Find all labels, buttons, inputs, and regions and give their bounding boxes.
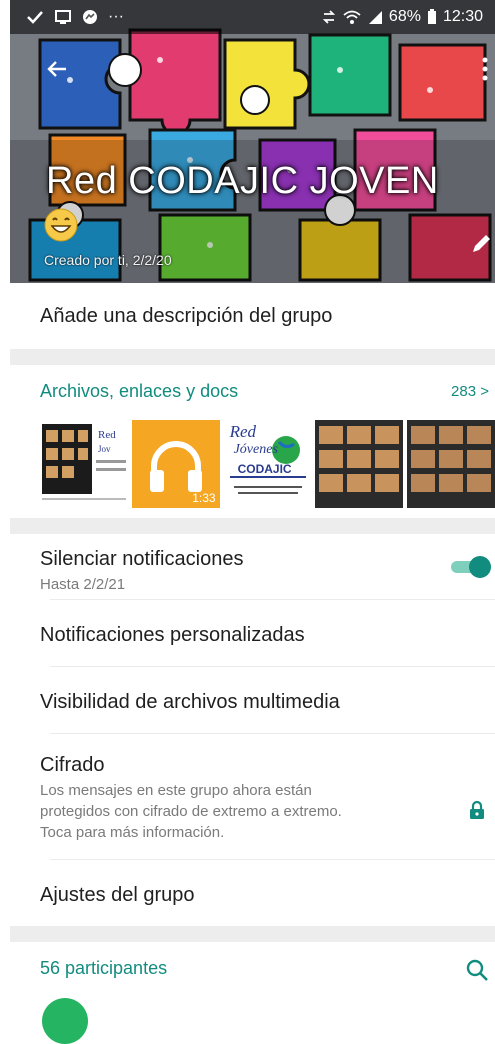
add-description-row[interactable]: Añade una descripción del grupo xyxy=(10,283,495,349)
created-by-label: Creado por ti, 2/2/20 xyxy=(44,252,172,268)
messenger-icon xyxy=(83,10,97,24)
sync-icon xyxy=(322,10,336,24)
svg-text:Red: Red xyxy=(98,429,116,441)
participants-header: 56 participantes xyxy=(10,942,495,1011)
status-bar: ··· 68% 12:30 xyxy=(10,0,495,34)
wifi-icon xyxy=(343,10,361,24)
screen-icon xyxy=(55,10,71,24)
mute-toggle[interactable] xyxy=(451,556,491,578)
group-settings-label: Ajustes del grupo xyxy=(40,884,195,906)
audio-file-thumbnail[interactable]: 1:33 xyxy=(131,420,220,508)
svg-text:Jov: Jov xyxy=(98,444,111,454)
section-separator xyxy=(10,518,495,534)
section-separator xyxy=(10,349,495,365)
media-visibility-label: Visibilidad de archivos multimedia xyxy=(40,691,340,713)
logo-thumbnail[interactable]: Red Jóvenes CODAJIC xyxy=(223,420,312,508)
media-links-docs-header[interactable]: Archivos, enlaces y docs 283 > xyxy=(10,365,495,415)
arrow-left-icon xyxy=(47,61,66,77)
media-thumbnail[interactable] xyxy=(407,420,495,508)
logo-text-jovenes: Jóvenes xyxy=(233,442,278,457)
battery-percent: 68% xyxy=(388,8,421,25)
encryption-line-2: protegidos con cifrado de extremo a extr… xyxy=(40,803,342,820)
mute-notifications-row[interactable]: Silenciar notificaciones Hasta 2/2/21 xyxy=(10,534,495,600)
mute-until-label: Hasta 2/2/21 xyxy=(40,576,126,593)
media-thumbnail[interactable] xyxy=(315,420,404,508)
check-icon xyxy=(27,11,43,24)
group-settings-row[interactable]: Ajustes del grupo xyxy=(10,860,495,926)
custom-notifications-row[interactable]: Notificaciones personalizadas xyxy=(10,600,495,667)
pencil-icon xyxy=(473,235,490,252)
status-ellipsis: ··· xyxy=(108,8,124,25)
encryption-line-1: Los mensajes en este grupo ahora están xyxy=(40,782,312,799)
back-button[interactable] xyxy=(40,52,74,86)
participants-count: 56 participantes xyxy=(40,958,168,978)
media-thumbnails: Red Jov 1:33 Red Jóvenes CODAJIC xyxy=(40,420,495,510)
audio-duration: 1:33 xyxy=(192,491,216,505)
clock: 12:30 xyxy=(442,8,483,25)
encryption-title: Cifrado xyxy=(40,754,105,776)
group-name: Red CODAJIC JOVEN xyxy=(46,160,439,202)
media-thumbnail[interactable]: Red Jov xyxy=(40,420,128,508)
more-options-button[interactable] xyxy=(471,52,491,86)
media-count: 283 > xyxy=(451,383,489,400)
encryption-row[interactable]: Cifrado Los mensajes en este grupo ahora… xyxy=(10,734,495,860)
more-vert-icon xyxy=(482,57,488,81)
add-description-label: Añade una descripción del grupo xyxy=(40,305,333,327)
logo-text-red: Red xyxy=(229,422,257,441)
custom-notifications-label: Notificaciones personalizadas xyxy=(40,624,305,646)
signal-icon xyxy=(368,11,382,24)
encryption-line-3: Toca para más información. xyxy=(40,824,225,841)
search-icon[interactable] xyxy=(465,958,489,982)
participant-avatar[interactable] xyxy=(42,998,88,1044)
edit-group-button[interactable] xyxy=(467,230,495,258)
group-cover-image[interactable]: ··· 68% 12:30 Red CODAJIC JOVEN Creado p… xyxy=(10,0,495,283)
lock-icon xyxy=(470,800,484,819)
media-section-title: Archivos, enlaces y docs xyxy=(40,381,239,401)
grinning-emoji-icon xyxy=(44,208,78,242)
media-visibility-row[interactable]: Visibilidad de archivos multimedia xyxy=(10,667,495,734)
logo-text-codajic: CODAJIC xyxy=(237,462,292,476)
battery-icon xyxy=(427,9,436,24)
toggle-knob xyxy=(469,556,491,578)
puzzle-pieces-artwork xyxy=(10,0,495,283)
section-separator xyxy=(10,926,495,942)
mute-notifications-label: Silenciar notificaciones xyxy=(40,548,244,570)
